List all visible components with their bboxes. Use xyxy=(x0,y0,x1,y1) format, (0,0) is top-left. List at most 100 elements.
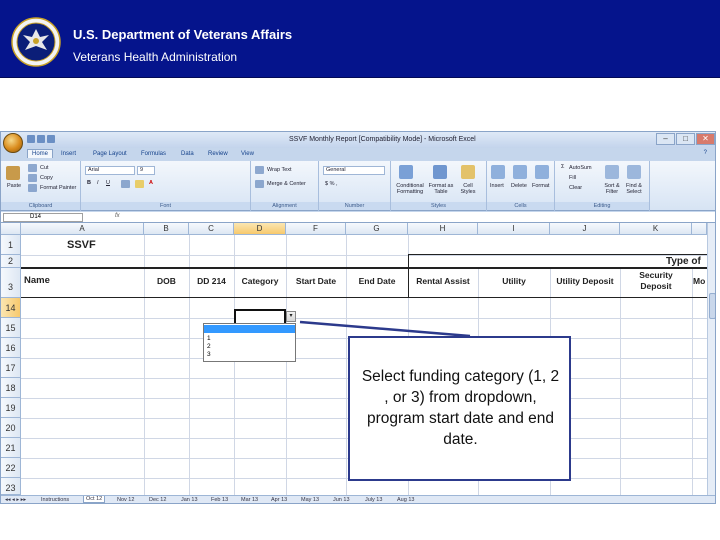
maximize-button[interactable]: □ xyxy=(676,133,695,145)
format-table-icon[interactable] xyxy=(433,165,447,179)
column-header-d[interactable]: D xyxy=(234,223,286,235)
font-size-select[interactable]: 9 xyxy=(137,166,155,175)
wrap-text-label[interactable]: Wrap Text xyxy=(267,167,292,173)
copy-label[interactable]: Copy xyxy=(40,175,53,181)
scrollbar-thumb[interactable] xyxy=(709,293,715,319)
tab-formulas[interactable]: Formulas xyxy=(141,151,166,157)
column-header-a[interactable]: A xyxy=(21,223,144,235)
merge-center-icon[interactable] xyxy=(255,180,264,188)
dropdown-option-blank[interactable] xyxy=(204,325,295,333)
sort-filter-label[interactable]: Sort & Filter xyxy=(601,183,623,195)
dropdown-option-3[interactable]: 3 xyxy=(204,351,295,359)
sheet-tab-may-13[interactable]: May 13 xyxy=(299,497,321,503)
format-painter-icon[interactable] xyxy=(28,184,37,192)
row-header-18[interactable]: 18 xyxy=(1,378,21,398)
conditional-formatting-icon[interactable] xyxy=(399,165,413,179)
dropdown-option-2[interactable]: 2 xyxy=(204,343,295,351)
sheet-tab-jan-13[interactable]: Jan 13 xyxy=(179,497,200,503)
font-color-icon[interactable]: A xyxy=(149,180,153,186)
help-icon[interactable]: ? xyxy=(704,150,707,156)
tab-insert[interactable]: Insert xyxy=(61,151,76,157)
copy-icon[interactable] xyxy=(28,174,37,182)
column-header-f[interactable]: F xyxy=(286,223,346,235)
save-icon[interactable] xyxy=(27,135,35,143)
fill-label[interactable]: Fill xyxy=(569,175,576,181)
sheet-tab-mar-13[interactable]: Mar 13 xyxy=(239,497,260,503)
column-header-c[interactable]: C xyxy=(189,223,234,235)
column-header-k[interactable]: K xyxy=(620,223,692,235)
name-box[interactable]: D14 xyxy=(3,213,83,222)
sheet-tab-july-13[interactable]: July 13 xyxy=(363,497,384,503)
column-header-l[interactable] xyxy=(692,223,707,235)
row-header-23[interactable]: 23 xyxy=(1,478,21,495)
office-button[interactable] xyxy=(3,133,23,153)
row-header-22[interactable]: 22 xyxy=(1,458,21,478)
number-format-select[interactable]: General xyxy=(323,166,385,175)
sheet-tab-oct-12[interactable]: Oct 12 xyxy=(83,496,106,503)
insert-cells-label[interactable]: Insert xyxy=(490,183,504,189)
currency-icon[interactable]: $ % , xyxy=(325,181,338,187)
format-table-label[interactable]: Format as Table xyxy=(428,183,454,195)
column-header-j[interactable]: J xyxy=(550,223,620,235)
underline-icon[interactable]: U xyxy=(106,180,110,186)
delete-cells-icon[interactable] xyxy=(513,165,527,179)
select-all-corner[interactable] xyxy=(1,223,21,235)
delete-cells-label[interactable]: Delete xyxy=(511,183,527,189)
sheet-tab-nov-12[interactable]: Nov 12 xyxy=(115,497,136,503)
tab-review[interactable]: Review xyxy=(208,151,228,157)
clear-label[interactable]: Clear xyxy=(569,185,582,191)
insert-cells-icon[interactable] xyxy=(491,165,505,179)
row-header-1[interactable]: 1 xyxy=(1,235,21,255)
wrap-text-icon[interactable] xyxy=(255,166,264,174)
format-cells-label[interactable]: Format xyxy=(532,183,549,189)
paste-label[interactable]: Paste xyxy=(7,183,21,189)
dropdown-arrow-icon[interactable]: ▾ xyxy=(286,311,296,322)
column-header-g[interactable]: G xyxy=(346,223,408,235)
row-header-21[interactable]: 21 xyxy=(1,438,21,458)
tab-view[interactable]: View xyxy=(241,151,254,157)
sort-filter-icon[interactable] xyxy=(605,165,619,179)
cell-styles-label[interactable]: Cell Styles xyxy=(457,183,479,195)
sheet-tab-aug-13[interactable]: Aug 13 xyxy=(395,497,416,503)
format-cells-icon[interactable] xyxy=(535,165,549,179)
row-header-17[interactable]: 17 xyxy=(1,358,21,378)
sheet-nav-arrows[interactable]: ◂◂ ◂ ▸ ▸▸ xyxy=(3,497,28,503)
column-header-i[interactable]: I xyxy=(478,223,550,235)
fill-color-icon[interactable] xyxy=(135,180,144,188)
italic-icon[interactable]: I xyxy=(97,180,99,186)
row-header-19[interactable]: 19 xyxy=(1,398,21,418)
cut-label[interactable]: Cut xyxy=(40,165,49,171)
sheet-tab-feb-13[interactable]: Feb 13 xyxy=(209,497,230,503)
category-dropdown-list[interactable]: 1 2 3 xyxy=(203,323,296,362)
borders-icon[interactable] xyxy=(121,180,130,188)
column-header-b[interactable]: B xyxy=(144,223,189,235)
tab-data[interactable]: Data xyxy=(181,151,194,157)
fx-icon[interactable]: fx xyxy=(115,213,120,219)
format-painter-label[interactable]: Format Painter xyxy=(40,185,76,191)
row-header-14[interactable]: 14 xyxy=(1,298,21,318)
tab-page-layout[interactable]: Page Layout xyxy=(93,151,127,157)
undo-icon[interactable] xyxy=(37,135,45,143)
conditional-formatting-label[interactable]: Conditional Formatting xyxy=(393,183,427,195)
font-name-select[interactable]: Arial xyxy=(85,166,135,175)
sheet-tab-dec-12[interactable]: Dec 12 xyxy=(147,497,168,503)
find-select-icon[interactable] xyxy=(627,165,641,179)
autosum-icon[interactable]: Σ xyxy=(561,164,564,170)
sheet-tab-instructions[interactable]: Instructions xyxy=(39,497,71,503)
cut-icon[interactable] xyxy=(28,164,37,172)
paste-icon[interactable] xyxy=(6,166,20,180)
column-header-h[interactable]: H xyxy=(408,223,478,235)
vertical-scrollbar[interactable] xyxy=(707,223,715,495)
row-header-2[interactable]: 2 xyxy=(1,255,21,268)
row-header-15[interactable]: 15 xyxy=(1,318,21,338)
row-header-16[interactable]: 16 xyxy=(1,338,21,358)
minimize-button[interactable]: – xyxy=(656,133,675,145)
row-header-3[interactable]: 3 xyxy=(1,268,21,298)
sheet-tab-apr-13[interactable]: Apr 13 xyxy=(269,497,289,503)
sheet-tab-jun-13[interactable]: Jun 13 xyxy=(331,497,352,503)
close-button[interactable]: ✕ xyxy=(696,133,715,145)
find-select-label[interactable]: Find & Select xyxy=(623,183,645,195)
dropdown-option-1[interactable]: 1 xyxy=(204,335,295,343)
bold-icon[interactable]: B xyxy=(87,180,91,186)
redo-icon[interactable] xyxy=(47,135,55,143)
